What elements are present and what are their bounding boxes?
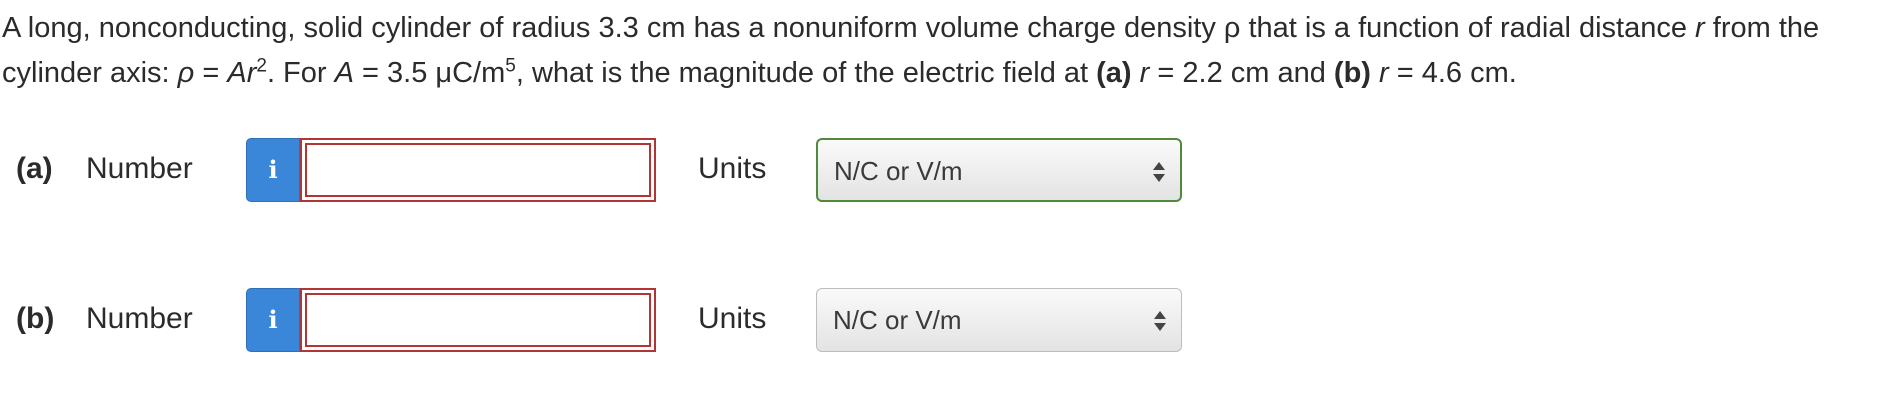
variable-rho: ρ [177,57,195,89]
units-label: Units [698,302,767,335]
variable-r: r [1379,57,1389,89]
variable-a: A [334,57,354,89]
number-input-b[interactable] [300,288,656,352]
number-input-a[interactable] [300,138,656,202]
units-selected-value: N/C or V/m [833,305,962,335]
question-segment [1371,57,1379,89]
question-segment: A long, nonconducting, solid cylinder of… [2,12,1696,44]
variable-ar: Ar [227,57,257,89]
info-icon[interactable]: i [246,138,300,202]
exponent-2: 2 [256,55,267,77]
part-b-ref: (b) [1333,57,1371,89]
question-segment: = 4.6 cm. [1388,57,1517,89]
part-a-ref: (a) [1096,57,1132,89]
part-label: (a) [16,152,53,185]
question-segment: . For [266,57,335,89]
question-segment: = 3.5 μC/m [353,57,506,89]
units-label: Units [698,152,767,185]
variable-r: r [1695,12,1705,44]
number-label: Number [86,152,193,185]
units-select-a[interactable]: N/C or V/m [816,138,1182,202]
units-select-b[interactable]: N/C or V/m [816,288,1182,352]
variable-r: r [1139,57,1150,89]
question-segment: , what is the magnitude of the electric … [515,57,1097,89]
question-segment: = [194,57,228,89]
info-icon[interactable]: i [246,288,300,352]
question-segment [1132,57,1140,89]
updown-arrows-icon [1153,162,1165,182]
question-segment: = 2.2 cm and [1149,57,1334,89]
question-text: A long, nonconducting, solid cylinder of… [2,6,1872,96]
number-label: Number [86,302,193,335]
updown-arrows-icon [1154,311,1166,331]
part-label: (b) [16,302,55,335]
exponent-5: 5 [505,55,516,77]
units-selected-value: N/C or V/m [834,156,963,186]
